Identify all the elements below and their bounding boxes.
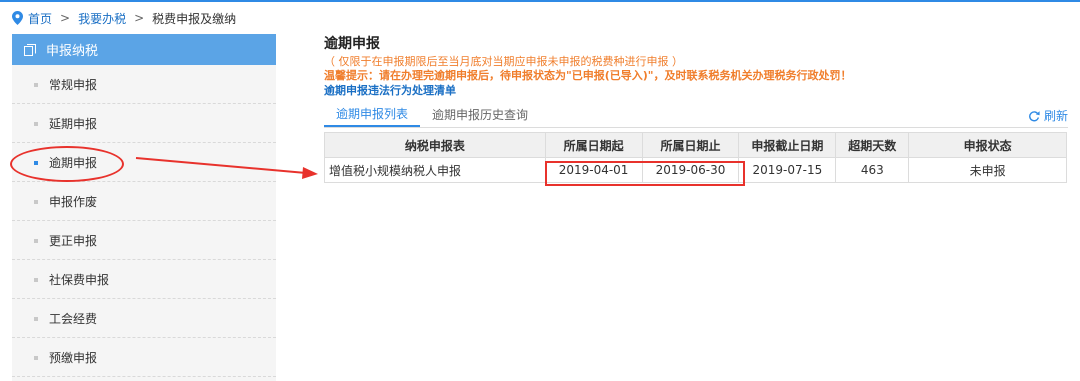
main-content: 逾期申报 （ 仅限于在申报期限后至当月底对当期应申报未申报的税费种进行申报 ） … — [324, 33, 1068, 183]
sidebar-item-void-filing[interactable]: 申报作废 — [12, 182, 276, 221]
table-cell-overdue-days: 463 — [835, 157, 910, 183]
breadcrumb-current: 税费申报及缴纳 — [152, 11, 237, 26]
sidebar-item-label: 逾期申报 — [49, 155, 98, 170]
column-header: 纳税申报表 — [324, 132, 546, 158]
sidebar-item-social-insurance-filing[interactable]: 社保费申报 — [12, 260, 276, 299]
refresh-button[interactable]: 刷新 — [1028, 107, 1068, 124]
sidebar-header[interactable]: 申报纳税 — [12, 34, 276, 65]
breadcrumb: 首页 > 我要办税 > 税费申报及缴纳 — [12, 9, 236, 27]
sidebar-item-regular-filing[interactable]: 常规申报 — [12, 65, 276, 104]
refresh-icon — [1029, 110, 1040, 121]
table-cell-period-end: 2019-06-30 — [641, 157, 740, 183]
copy-icon — [24, 43, 36, 56]
sidebar-item-label: 常规申报 — [49, 77, 98, 92]
sidebar-header-label: 申报纳税 — [46, 44, 99, 59]
column-header: 超期天数 — [835, 132, 910, 158]
breadcrumb-level2[interactable]: 我要办税 — [78, 10, 126, 27]
bullet-icon — [34, 200, 38, 204]
sidebar-item-label: 延期申报 — [49, 116, 98, 131]
sidebar-item-extension-filing[interactable]: 延期申报 — [12, 104, 276, 143]
top-accent-line — [0, 0, 1080, 2]
table-cell-form-name[interactable]: 增值税小规模纳税人申报 — [324, 157, 546, 183]
sidebar-item-label: 工会经费 — [49, 311, 98, 326]
sidebar-item-label: 预缴申报 — [49, 350, 98, 365]
refresh-label: 刷新 — [1043, 109, 1068, 123]
scope-note: （ 仅限于在申报期限后至当月底对当期应申报未申报的税费种进行申报 ） — [324, 55, 683, 68]
column-header: 所属日期止 — [641, 132, 740, 158]
table-cell-period-start: 2019-04-01 — [544, 157, 643, 183]
sidebar-item-union-fees[interactable]: 工会经费 — [12, 299, 276, 338]
tab-overdue-history[interactable]: 逾期申报历史查询 — [420, 101, 540, 127]
column-header: 申报截止日期 — [738, 132, 837, 158]
column-header: 所属日期起 — [544, 132, 643, 158]
warning-note: 温馨提示：请在办理完逾期申报后，待申报状态为"已申报(已导入)"，及时联系税务机… — [324, 69, 852, 82]
table-cell-deadline: 2019-07-15 — [738, 157, 837, 183]
sidebar-item-overdue-filing[interactable]: 逾期申报 — [12, 143, 276, 182]
page-title: 逾期申报 — [324, 36, 380, 52]
sidebar-item-correction-filing[interactable]: 更正申报 — [12, 221, 276, 260]
bullet-icon — [34, 317, 38, 321]
tabs-bar: 逾期申报列表 逾期申报历史查询 刷新 — [324, 102, 1068, 128]
tab-overdue-list[interactable]: 逾期申报列表 — [324, 101, 421, 127]
sidebar-item-label: 更正申报 — [49, 233, 98, 248]
table-cell-status: 未申报 — [908, 157, 1067, 183]
sidebar-item-prepayment-filing[interactable]: 预缴申报 — [12, 338, 276, 377]
breadcrumb-separator: > — [60, 11, 71, 25]
bullet-icon — [34, 356, 38, 360]
breadcrumb-separator: > — [134, 11, 145, 25]
bullet-icon — [34, 161, 38, 165]
bullet-icon — [34, 239, 38, 243]
bullet-icon — [34, 122, 38, 126]
bullet-icon — [34, 278, 38, 282]
location-pin-icon — [12, 11, 23, 25]
table-row[interactable]: 增值税小规模纳税人申报 2019-04-01 2019-06-30 2019-0… — [324, 157, 1067, 183]
sidebar: 申报纳税 常规申报 延期申报 逾期申报 申报作废 更正申报 社保费申报 工会经费… — [12, 34, 276, 381]
table-header-row: 纳税申报表 所属日期起 所属日期止 申报截止日期 超期天数 申报状态 — [324, 132, 1067, 158]
sidebar-item-label: 申报作废 — [49, 194, 98, 209]
bullet-icon — [34, 83, 38, 87]
breadcrumb-home[interactable]: 首页 — [28, 10, 52, 27]
overdue-filing-table: 纳税申报表 所属日期起 所属日期止 申报截止日期 超期天数 申报状态 增值税小规… — [324, 132, 1067, 183]
column-header: 申报状态 — [908, 132, 1067, 158]
violation-list-link[interactable]: 逾期申报违法行为处理清单 — [324, 82, 1068, 97]
sidebar-item-label: 社保费申报 — [49, 272, 110, 287]
